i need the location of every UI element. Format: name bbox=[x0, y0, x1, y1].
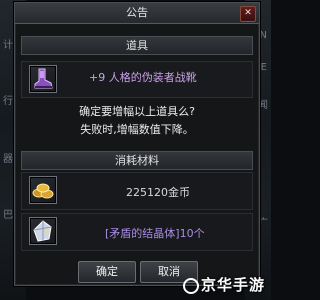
gold-slot[interactable] bbox=[29, 176, 57, 204]
gold-coins-icon bbox=[32, 183, 54, 199]
watermark-logo-icon bbox=[183, 278, 199, 294]
background-text: 巴 bbox=[3, 210, 13, 221]
confirm-message-line-2: 失败时,增幅数值下降。 bbox=[80, 123, 194, 136]
crystal-cost-label: [矛盾的结晶体]10个 bbox=[105, 227, 205, 240]
watermark: 京华手游 bbox=[200, 276, 265, 294]
background-text: N bbox=[259, 30, 267, 41]
dialog-title: 公告 bbox=[126, 6, 148, 19]
item-slot[interactable] bbox=[29, 65, 57, 93]
close-button[interactable]: ✕ bbox=[240, 6, 256, 22]
notice-dialog: 公告 ✕ 道具 +9 人格的伪装者战靴 确定要增幅以上道具么? 失败时,增幅数值… bbox=[14, 2, 260, 286]
background-text: 行 bbox=[3, 96, 13, 107]
background-text: E bbox=[260, 62, 267, 73]
boots-icon bbox=[34, 68, 53, 89]
gold-cost-label: 225120金币 bbox=[126, 186, 190, 199]
dialog-title-bar[interactable]: 公告 bbox=[15, 3, 259, 24]
item-section-header: 道具 bbox=[21, 36, 253, 55]
confirm-message-line-1: 确定要增幅以上道具么? bbox=[79, 105, 195, 118]
confirm-button[interactable]: 确定 bbox=[78, 261, 136, 283]
item-name: +9 人格的伪装者战靴 bbox=[89, 71, 197, 84]
crystal-slot[interactable] bbox=[29, 217, 57, 245]
crystal-icon bbox=[33, 220, 52, 242]
background-text: 器 bbox=[3, 154, 13, 165]
background-text: 计 bbox=[3, 40, 13, 51]
materials-section-header: 消耗材料 bbox=[21, 151, 253, 170]
close-icon: ✕ bbox=[244, 8, 252, 18]
